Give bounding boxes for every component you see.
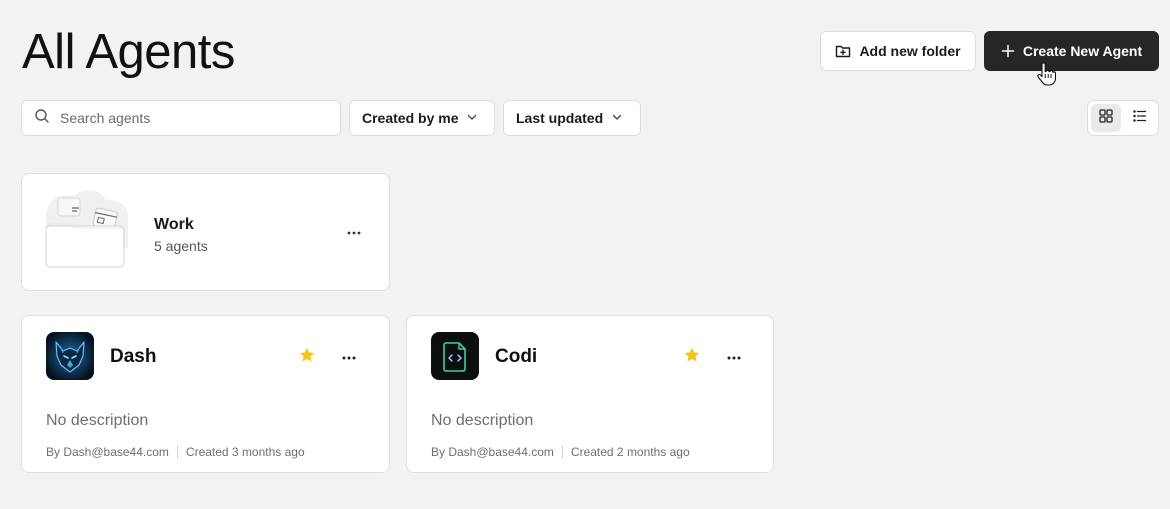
agent-meta: By Dash@base44.com Created 2 months ago bbox=[431, 445, 690, 459]
folder-name: Work bbox=[154, 216, 194, 233]
add-new-folder-label: Add new folder bbox=[859, 43, 961, 59]
folder-more-options-button[interactable] bbox=[342, 219, 366, 243]
plus-icon bbox=[1001, 44, 1015, 58]
sort-label: Last updated bbox=[516, 110, 604, 126]
folder-plus-icon bbox=[835, 43, 851, 59]
all-agents-page: All Agents Add new folder Create New Age… bbox=[0, 0, 1170, 509]
add-new-folder-button[interactable]: Add new folder bbox=[820, 31, 976, 71]
page-title: All Agents bbox=[22, 25, 235, 79]
sort-dropdown[interactable]: Last updated bbox=[503, 100, 641, 136]
search-icon bbox=[34, 108, 50, 129]
agent-name: Dash bbox=[110, 346, 157, 367]
agent-created: Created 3 months ago bbox=[185, 445, 305, 459]
folder-agent-count: 5 agents bbox=[154, 238, 208, 254]
star-icon[interactable] bbox=[684, 347, 700, 368]
view-toggle bbox=[1087, 100, 1159, 136]
agent-meta: By Dash@base44.com Created 3 months ago bbox=[46, 445, 305, 459]
chevron-down-icon bbox=[611, 110, 623, 126]
search-input[interactable] bbox=[60, 110, 320, 126]
code-file-icon bbox=[431, 332, 479, 380]
agent-description: No description bbox=[46, 412, 149, 429]
created-by-filter-dropdown[interactable]: Created by me bbox=[349, 100, 495, 136]
created-by-filter-label: Created by me bbox=[362, 110, 459, 126]
agent-more-options-button[interactable] bbox=[337, 344, 361, 368]
more-horizontal-icon bbox=[347, 222, 361, 240]
chevron-down-icon bbox=[466, 110, 478, 126]
grid-view-button[interactable] bbox=[1091, 104, 1121, 132]
agent-author: By Dash@base44.com bbox=[431, 445, 554, 459]
more-horizontal-icon bbox=[727, 347, 741, 365]
list-view-button[interactable] bbox=[1125, 104, 1155, 132]
star-icon[interactable] bbox=[299, 347, 315, 368]
meta-divider bbox=[561, 445, 563, 459]
agent-author: By Dash@base44.com bbox=[46, 445, 169, 459]
wolf-icon bbox=[46, 332, 94, 380]
create-new-agent-label: Create New Agent bbox=[1022, 43, 1143, 59]
grid-icon bbox=[1099, 108, 1113, 128]
agent-card-dash[interactable]: Dash No description By Dash@base44.com C… bbox=[21, 315, 390, 473]
agent-description: No description bbox=[431, 412, 534, 429]
agent-card-codi[interactable]: Codi No description By Dash@base44.com C… bbox=[406, 315, 774, 473]
list-icon bbox=[1133, 109, 1147, 128]
meta-divider bbox=[176, 445, 178, 459]
folder-icon bbox=[44, 188, 130, 268]
agent-name: Codi bbox=[495, 346, 538, 367]
create-new-agent-button[interactable]: Create New Agent bbox=[984, 31, 1159, 71]
agent-created: Created 2 months ago bbox=[570, 445, 690, 459]
folder-card[interactable]: Work 5 agents bbox=[21, 173, 390, 291]
agent-more-options-button[interactable] bbox=[722, 344, 746, 368]
more-horizontal-icon bbox=[342, 347, 356, 365]
hand-cursor-icon bbox=[1036, 62, 1057, 91]
search-bar[interactable] bbox=[21, 100, 341, 136]
